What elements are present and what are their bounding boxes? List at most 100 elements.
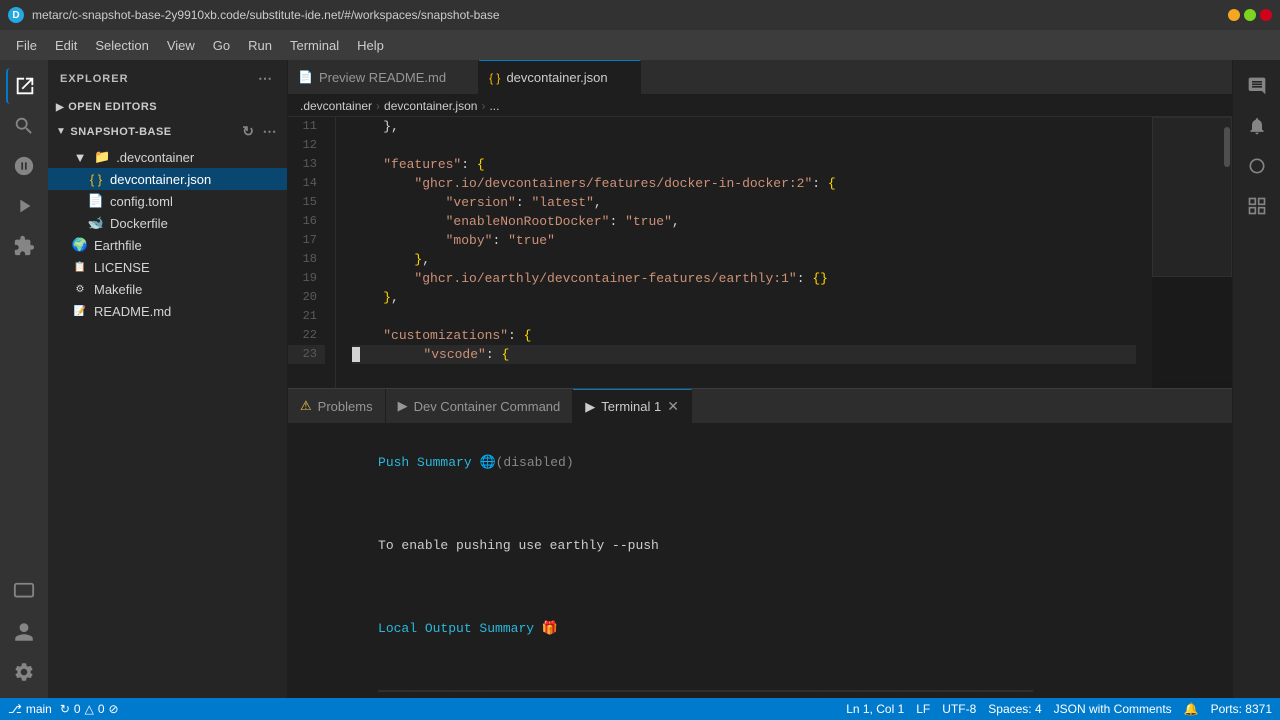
status-bell[interactable]: 🔔 bbox=[1184, 702, 1199, 716]
code-line-11: }, bbox=[352, 117, 1136, 136]
branch-icon: ⎇ bbox=[8, 702, 22, 716]
menu-run[interactable]: Run bbox=[240, 34, 280, 57]
tree-item-devcontainer[interactable]: ▼ 📁 .devcontainer bbox=[48, 146, 287, 168]
menu-file[interactable]: File bbox=[8, 34, 45, 57]
code-line-22: "customizations": { bbox=[352, 326, 1136, 345]
code-line-20: }, bbox=[352, 288, 1136, 307]
status-eol[interactable]: LF bbox=[916, 702, 930, 716]
tabs-bar: 📄 Preview README.md ✕ { } devcontainer.j… bbox=[288, 60, 1232, 95]
minimize-button[interactable] bbox=[1228, 9, 1240, 21]
terminal-line-push: Push Summary 🌐(disabled) bbox=[300, 432, 1220, 494]
menu-bar: File Edit Selection View Go Run Terminal… bbox=[0, 30, 1280, 60]
tab-devcontainer-json[interactable]: { } devcontainer.json ✕ bbox=[479, 60, 641, 94]
title-bar-left: D metarc/c-snapshot-base-2y9910xb.code/s… bbox=[8, 7, 500, 23]
right-sidebar-notifications[interactable] bbox=[1239, 108, 1275, 144]
code-line-15: "version": "latest", bbox=[352, 193, 1136, 212]
snapshot-base-header[interactable]: ▼ SNAPSHOT-BASE ↻ ⋯ bbox=[48, 117, 287, 146]
status-encoding[interactable]: UTF-8 bbox=[942, 702, 976, 716]
tree-item-earthfile[interactable]: 🌍 Earthfile bbox=[48, 234, 287, 256]
file-md-icon: 📝 bbox=[72, 303, 88, 319]
status-sync[interactable]: ↻ 0 △ 0 ⊘ bbox=[60, 702, 119, 716]
file-docker-icon: 🐋 bbox=[88, 215, 104, 231]
file-earth-icon: 🌍 bbox=[72, 237, 88, 253]
browser-url: metarc/c-snapshot-base-2y9910xb.code/sub… bbox=[32, 8, 500, 22]
file-tree: ▼ 📁 .devcontainer { } devcontainer.json … bbox=[48, 146, 287, 322]
app-icon: D bbox=[8, 7, 24, 23]
sync-status: 0 bbox=[74, 702, 81, 716]
menu-selection[interactable]: Selection bbox=[87, 34, 156, 57]
branch-name: main bbox=[26, 702, 52, 716]
window-controls[interactable] bbox=[1228, 9, 1272, 21]
activity-run-debug[interactable] bbox=[6, 188, 42, 224]
tree-item-license[interactable]: 📋 LICENSE bbox=[48, 256, 287, 278]
refresh-button[interactable]: ↻ bbox=[240, 121, 256, 142]
tree-item-makefile[interactable]: ⚙ Makefile bbox=[48, 278, 287, 300]
code-minimap bbox=[1152, 117, 1232, 388]
tab-preview-readme[interactable]: 📄 Preview README.md ✕ bbox=[288, 60, 479, 94]
code-line-18: }, bbox=[352, 250, 1136, 269]
activity-extensions[interactable] bbox=[6, 228, 42, 264]
terminal-line-divider: ────────────────────────────────────────… bbox=[300, 661, 1220, 698]
code-line-16: "enableNonRootDocker": "true", bbox=[352, 212, 1136, 231]
terminal-line-enable: To enable pushing use earthly --push bbox=[300, 515, 1220, 577]
terminal-icon: ▶ bbox=[585, 399, 595, 415]
sidebar-title: EXPLORER ⋯ bbox=[48, 60, 287, 97]
tab-preview-icon: 📄 bbox=[298, 70, 313, 84]
panel-tab-devcontainer[interactable]: ▶ Dev Container Command bbox=[386, 389, 574, 423]
menu-view[interactable]: View bbox=[159, 34, 203, 57]
terminal-close-button[interactable]: ✕ bbox=[667, 398, 679, 415]
tree-item-config-toml[interactable]: 📄 config.toml bbox=[48, 190, 287, 212]
menu-edit[interactable]: Edit bbox=[47, 34, 85, 57]
terminal-content[interactable]: Push Summary 🌐(disabled) To enable pushi… bbox=[288, 424, 1232, 698]
activity-remote[interactable] bbox=[6, 574, 42, 610]
panel-problems-label: Problems bbox=[318, 399, 373, 414]
maximize-button[interactable] bbox=[1244, 9, 1256, 21]
code-line-17: "moby": "true" bbox=[352, 231, 1136, 250]
code-editor[interactable]: 11 12 13 14 15 16 17 18 19 20 21 22 23 }… bbox=[288, 117, 1232, 388]
breadcrumb-more[interactable]: ... bbox=[489, 99, 499, 113]
breadcrumb-devcontainer[interactable]: .devcontainer bbox=[300, 99, 372, 113]
status-bar-left: ⎇ main ↻ 0 △ 0 ⊘ bbox=[8, 702, 119, 716]
menu-terminal[interactable]: Terminal bbox=[282, 34, 347, 57]
close-button[interactable] bbox=[1260, 9, 1272, 21]
activity-explorer[interactable] bbox=[6, 68, 42, 104]
status-bar: ⎇ main ↻ 0 △ 0 ⊘ Ln 1, Col 1 LF UTF-8 Sp… bbox=[0, 698, 1280, 720]
status-position[interactable]: Ln 1, Col 1 bbox=[846, 702, 904, 716]
menu-help[interactable]: Help bbox=[349, 34, 392, 57]
activity-source-control[interactable] bbox=[6, 148, 42, 184]
more-options-button[interactable]: ⋯ bbox=[261, 121, 280, 142]
tab-json-label: devcontainer.json bbox=[506, 70, 607, 85]
panel-devcontainer-label: Dev Container Command bbox=[414, 399, 561, 414]
problems-icon: ⚠ bbox=[300, 398, 312, 414]
status-language[interactable]: JSON with Comments bbox=[1054, 702, 1172, 716]
status-spaces[interactable]: Spaces: 4 bbox=[988, 702, 1041, 716]
right-sidebar-chat[interactable] bbox=[1239, 68, 1275, 104]
right-sidebar-plugin2[interactable] bbox=[1239, 188, 1275, 224]
right-sidebar-plugin1[interactable] bbox=[1239, 148, 1275, 184]
code-line-14: "ghcr.io/devcontainers/features/docker-i… bbox=[352, 174, 1136, 193]
open-editors-header[interactable]: ▶ OPEN EDITORS bbox=[48, 97, 287, 117]
title-bar: D metarc/c-snapshot-base-2y9910xb.code/s… bbox=[0, 0, 1280, 30]
tree-item-readme[interactable]: 📝 README.md bbox=[48, 300, 287, 322]
status-ports[interactable]: Ports: 8371 bbox=[1211, 702, 1272, 716]
tab-json-icon: { } bbox=[489, 71, 500, 85]
tree-item-devcontainer-json[interactable]: { } devcontainer.json bbox=[48, 168, 287, 190]
devcontainer-icon: ▶ bbox=[398, 398, 408, 414]
tab-preview-label: Preview README.md bbox=[319, 70, 446, 85]
panel-area: ⚠ Problems ▶ Dev Container Command ▶ Ter… bbox=[288, 388, 1232, 698]
file-make-icon: ⚙ bbox=[72, 281, 88, 297]
activity-search[interactable] bbox=[6, 108, 42, 144]
tree-item-dockerfile[interactable]: 🐋 Dockerfile bbox=[48, 212, 287, 234]
sidebar-open-editors-section: ▶ OPEN EDITORS bbox=[48, 97, 287, 117]
breadcrumb-file[interactable]: devcontainer.json bbox=[384, 99, 477, 113]
activity-accounts[interactable] bbox=[6, 614, 42, 650]
new-file-button[interactable]: ⋯ bbox=[256, 68, 275, 89]
menu-go[interactable]: Go bbox=[205, 34, 238, 57]
code-line-13: "features": { bbox=[352, 155, 1136, 174]
code-content[interactable]: }, "features": { "ghcr.io/devcontainers/… bbox=[336, 117, 1152, 388]
status-branch[interactable]: ⎇ main bbox=[8, 702, 52, 716]
activity-settings[interactable] bbox=[6, 654, 42, 690]
code-line-21 bbox=[352, 307, 1136, 326]
panel-tab-problems[interactable]: ⚠ Problems bbox=[288, 389, 386, 423]
panel-tab-terminal[interactable]: ▶ Terminal 1 ✕ bbox=[573, 389, 692, 423]
